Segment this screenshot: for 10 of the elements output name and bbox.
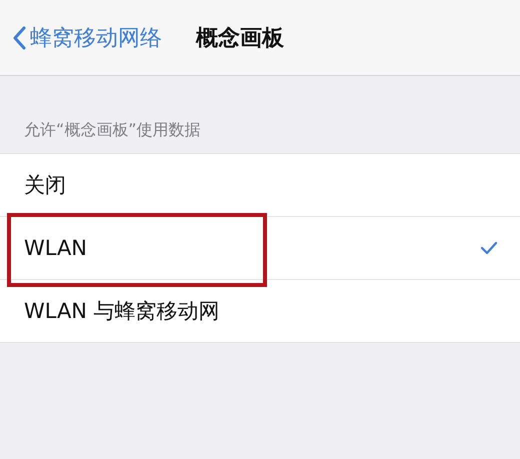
option-row[interactable]: 关闭 [0, 154, 520, 217]
option-row[interactable]: WLAN [0, 217, 520, 280]
back-button[interactable]: 蜂窝移动网络 [12, 22, 162, 52]
page-title: 概念画板 [196, 24, 284, 52]
back-chevron-icon [12, 26, 26, 50]
option-label: WLAN [24, 236, 88, 260]
section-header: 允许“概念画板”使用数据 [23, 120, 202, 141]
option-row[interactable]: WLAN 与蜂窝移动网 [0, 280, 520, 342]
option-label: 关闭 [24, 172, 66, 199]
option-label: WLAN 与蜂窝移动网 [24, 298, 220, 325]
